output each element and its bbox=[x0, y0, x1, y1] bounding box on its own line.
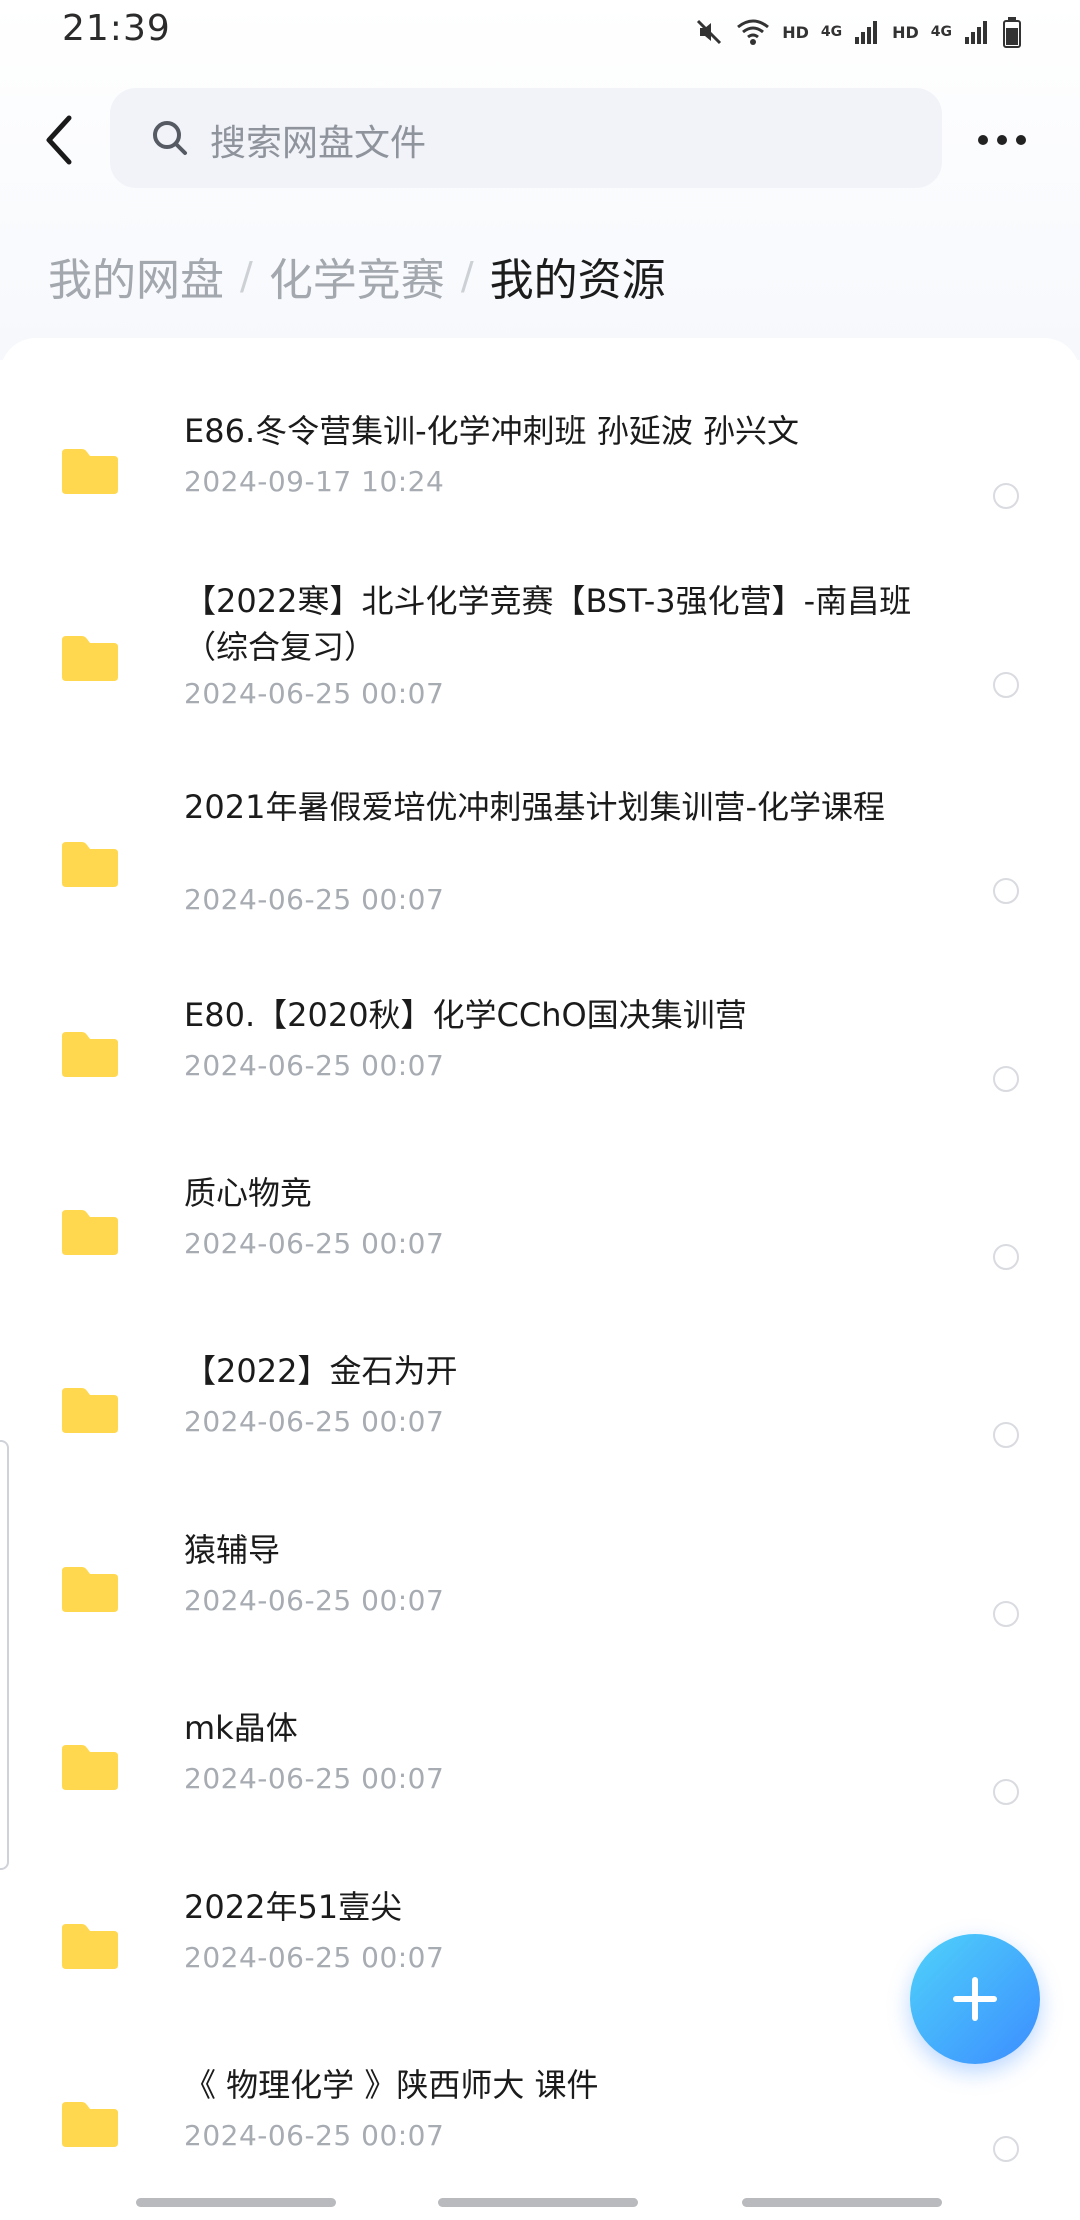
system-nav-bar bbox=[0, 2186, 1080, 2220]
network-type-label: 4G bbox=[820, 24, 843, 40]
file-name: 《 物理化学 》陕西师大 课件 bbox=[184, 2066, 599, 2104]
select-radio[interactable] bbox=[993, 878, 1019, 904]
nav-handle[interactable] bbox=[136, 2198, 336, 2207]
breadcrumb-current: 我的资源 bbox=[489, 255, 666, 306]
wifi-icon bbox=[736, 18, 770, 46]
hd-label: HD bbox=[782, 22, 809, 42]
mute-icon bbox=[694, 17, 724, 47]
file-row[interactable]: 质心物竞 2024-06-25 00:07 bbox=[0, 1150, 1080, 1300]
breadcrumb-separator: / bbox=[460, 254, 474, 298]
plus-icon bbox=[953, 1977, 997, 2021]
folder-icon bbox=[62, 842, 118, 887]
nav-handle[interactable] bbox=[742, 2198, 942, 2207]
search-placeholder: 搜索网盘文件 bbox=[210, 123, 427, 164]
select-radio[interactable] bbox=[993, 1779, 1019, 1805]
file-date: 2024-06-25 00:07 bbox=[184, 677, 445, 710]
folder-icon bbox=[62, 1567, 118, 1612]
folder-icon bbox=[62, 1032, 118, 1077]
file-row[interactable]: mk晶体 2024-06-25 00:07 bbox=[0, 1685, 1080, 1835]
folder-icon bbox=[62, 636, 118, 681]
file-date: 2024-06-25 00:07 bbox=[184, 1762, 445, 1795]
file-list: E86.冬令营集训-化学冲刺班 孙延波 孙兴文 2024-09-17 10:24… bbox=[0, 338, 1080, 2220]
file-name: 2022年51壹尖 bbox=[184, 1888, 403, 1926]
file-name: mk晶体 bbox=[184, 1709, 298, 1747]
folder-icon bbox=[62, 2102, 118, 2147]
folder-icon bbox=[62, 1388, 118, 1433]
file-date: 2024-06-25 00:07 bbox=[184, 1049, 445, 1082]
file-date: 2024-09-17 10:24 bbox=[184, 465, 445, 498]
file-date: 2024-06-25 00:07 bbox=[184, 2119, 445, 2152]
file-name: 质心物竞 bbox=[184, 1174, 313, 1212]
file-row[interactable]: E86.冬令营集训-化学冲刺班 孙延波 孙兴文 2024-09-17 10:24 bbox=[0, 388, 1080, 538]
breadcrumb-item-chemistry[interactable]: 化学竞赛 bbox=[269, 244, 445, 308]
file-row[interactable]: 2021年暑假爱培优冲刺强基计划集训营-化学课程 2024-06-25 00:0… bbox=[0, 762, 1080, 942]
hd-label: HD bbox=[892, 22, 919, 42]
search-icon bbox=[153, 121, 187, 155]
file-row[interactable]: 《 物理化学 》陕西师大 课件 2024-06-25 00:07 bbox=[0, 2042, 1080, 2192]
file-row[interactable]: 【2022】金石为开 2024-06-25 00:07 bbox=[0, 1328, 1080, 1478]
breadcrumb: 我的网盘 / 化学竞赛 / 我的资源 bbox=[48, 244, 666, 308]
chevron-left-icon bbox=[46, 115, 72, 165]
back-button[interactable] bbox=[30, 105, 86, 175]
edge-swipe-handle[interactable] bbox=[0, 1440, 9, 1870]
more-button[interactable] bbox=[962, 115, 1042, 165]
select-radio[interactable] bbox=[993, 1066, 1019, 1092]
status-time: 21:39 bbox=[62, 8, 171, 49]
more-horizontal-icon bbox=[978, 135, 988, 145]
file-date: 2024-06-25 00:07 bbox=[184, 1584, 445, 1617]
breadcrumb-item-my-drive[interactable]: 我的网盘 bbox=[48, 244, 224, 308]
file-name: E80.【2020秋】化学CChO国决集训营 bbox=[184, 996, 747, 1034]
network-type-label: 4G bbox=[930, 24, 952, 40]
status-bar: 21:39 HD 4G HD 4G bbox=[0, 0, 1080, 62]
add-button[interactable] bbox=[910, 1934, 1040, 2064]
nav-handle[interactable] bbox=[438, 2198, 638, 2207]
select-radio[interactable] bbox=[993, 1601, 1019, 1627]
select-radio[interactable] bbox=[993, 672, 1019, 698]
file-name: E86.冬令营集训-化学冲刺班 孙延波 孙兴文 bbox=[184, 412, 800, 450]
select-radio[interactable] bbox=[993, 2136, 1019, 2162]
status-icons: HD 4G HD 4G bbox=[694, 12, 1022, 52]
file-name: 【2022】金石为开 bbox=[184, 1352, 458, 1390]
file-date: 2024-06-25 00:07 bbox=[184, 1941, 445, 1974]
select-radio[interactable] bbox=[993, 1422, 1019, 1448]
file-row[interactable]: E80.【2020秋】化学CChO国决集训营 2024-06-25 00:07 bbox=[0, 972, 1080, 1122]
file-row[interactable]: 猿辅导 2024-06-25 00:07 bbox=[0, 1507, 1080, 1657]
signal-icon bbox=[964, 19, 990, 45]
select-radio[interactable] bbox=[993, 1244, 1019, 1270]
file-date: 2024-06-25 00:07 bbox=[184, 1405, 445, 1438]
file-name: 猿辅导 bbox=[184, 1531, 281, 1569]
file-name: 【2022寒】北斗化学竞赛【BST-3强化营】-南昌班（综合复习） bbox=[184, 582, 912, 666]
signal-icon bbox=[854, 19, 880, 45]
search-input[interactable]: 搜索网盘文件 bbox=[110, 88, 942, 188]
breadcrumb-separator: / bbox=[240, 254, 253, 298]
folder-icon bbox=[62, 449, 118, 494]
folder-icon bbox=[62, 1745, 118, 1790]
file-name: 2021年暑假爱培优冲刺强基计划集训营-化学课程 bbox=[184, 788, 885, 826]
file-date: 2024-06-25 00:07 bbox=[184, 883, 445, 916]
folder-icon bbox=[62, 1924, 118, 1969]
battery-icon bbox=[1002, 16, 1022, 48]
folder-icon bbox=[62, 1210, 118, 1255]
select-radio[interactable] bbox=[993, 483, 1019, 509]
file-date: 2024-06-25 00:07 bbox=[184, 1227, 445, 1260]
file-row[interactable]: 【2022寒】北斗化学竞赛【BST-3强化营】-南昌班（综合复习） 2024-0… bbox=[0, 556, 1080, 736]
